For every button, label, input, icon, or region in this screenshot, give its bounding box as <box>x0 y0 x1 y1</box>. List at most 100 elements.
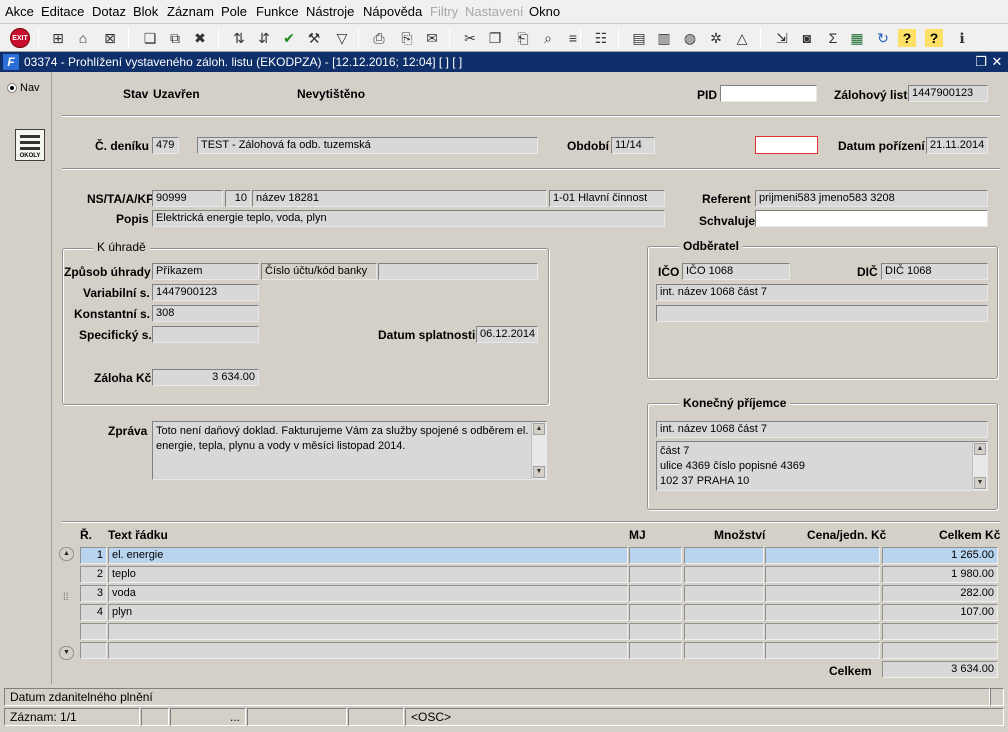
menu-item-10[interactable]: Filtry <box>430 4 458 19</box>
total-field[interactable]: 3 634.00 <box>882 661 998 678</box>
table-cell-mj[interactable] <box>629 623 682 640</box>
address-scrollbar[interactable]: ▲ ▼ <box>972 442 987 490</box>
table-cell-celkem[interactable]: 282.00 <box>882 585 998 602</box>
menu-item-5[interactable]: Záznam <box>167 4 214 19</box>
focused-date-field[interactable] <box>755 136 818 154</box>
globe-icon[interactable]: ◍ <box>679 27 701 49</box>
menu-item-7[interactable]: Funkce <box>256 4 299 19</box>
zpusob-uhrady-field[interactable]: Příkazem <box>152 263 259 280</box>
menu-item-3[interactable]: Dotaz <box>92 4 126 19</box>
table-cell-celkem[interactable]: 1 980.00 <box>882 566 998 583</box>
menu-item-8[interactable]: Nástroje <box>306 4 354 19</box>
a-field[interactable]: název 18281 <box>252 190 547 207</box>
delete-record-icon[interactable]: ⊠ <box>99 27 121 49</box>
referent-field[interactable]: prijmeni583 jmeno583 3208 <box>755 190 988 207</box>
document-icon[interactable]: ▤ <box>628 27 650 49</box>
exit-icon[interactable]: EXIT <box>9 27 31 49</box>
table-cell-text[interactable]: teplo <box>108 566 628 583</box>
table-cell-mnozstvi[interactable] <box>684 585 764 602</box>
prijemce-name-field[interactable]: int. název 1068 část 7 <box>656 421 988 438</box>
table-cell-text[interactable]: el. energie <box>108 547 628 564</box>
table-cell-mj[interactable] <box>629 604 682 621</box>
table-cell-cena[interactable] <box>765 623 880 640</box>
nav-radio[interactable] <box>7 83 17 93</box>
print-preview-icon[interactable]: ⎘ <box>396 27 418 49</box>
table-scrollbar[interactable]: ▲ ⁞⁞ ▼ <box>59 547 74 661</box>
filter-icon[interactable]: ▽ <box>331 27 353 49</box>
table-cell-cena[interactable] <box>765 642 880 659</box>
table-cell-celkem[interactable]: 1 265.00 <box>882 547 998 564</box>
table-cell-mj[interactable] <box>629 585 682 602</box>
denik-code-field[interactable]: 479 <box>152 137 179 154</box>
scroll-down-icon[interactable]: ▼ <box>59 646 74 660</box>
zprava-textarea[interactable]: Toto není daňový doklad. Fakturujeme Vám… <box>152 421 547 480</box>
menu-item-2[interactable]: Editace <box>41 4 84 19</box>
save-record-icon[interactable]: ⌂ <box>72 27 94 49</box>
ns-field[interactable]: 90999 <box>152 190 223 207</box>
print-icon[interactable]: ⎙ <box>368 27 390 49</box>
datum-porizeni-field[interactable]: 21.11.2014 <box>926 137 988 154</box>
pid-field[interactable] <box>720 85 817 102</box>
document2-icon[interactable]: ▥ <box>653 27 675 49</box>
denik-name-field[interactable]: TEST - Zálohová fa odb. tuzemská <box>197 137 538 154</box>
checkmark-icon[interactable]: ✔ <box>278 27 300 49</box>
menu-item-9[interactable]: Nápověda <box>363 4 422 19</box>
table-cell-celkem[interactable] <box>882 642 998 659</box>
table-cell-mnozstvi[interactable] <box>684 566 764 583</box>
table-cell-r[interactable]: 1 <box>80 547 107 564</box>
scroll-down-icon[interactable]: ▼ <box>974 477 986 489</box>
table-cell-celkem[interactable] <box>882 623 998 640</box>
copy-icon[interactable]: ❐ <box>484 27 506 49</box>
tree-icon[interactable]: ☷ <box>590 27 612 49</box>
scroll-up-icon[interactable]: ▲ <box>974 443 986 455</box>
table-cell-text[interactable] <box>108 642 628 659</box>
ta-field[interactable]: 10 <box>225 190 251 207</box>
find-icon[interactable]: ⌕ <box>537 27 559 49</box>
table-cell-mnozstvi[interactable] <box>684 547 764 564</box>
sort-asc-icon[interactable]: ⇅ <box>228 27 250 49</box>
table-cell-text[interactable] <box>108 623 628 640</box>
info-icon[interactable]: ℹ <box>951 27 973 49</box>
gear-icon[interactable]: ✲ <box>705 27 727 49</box>
sum-icon[interactable]: Σ <box>822 27 844 49</box>
add-record-icon[interactable]: ⊞ <box>47 27 69 49</box>
email-icon[interactable]: ✉ <box>421 27 443 49</box>
kp-field[interactable]: 1-01 Hlavní činnost <box>549 190 665 207</box>
scroll-grip-icon[interactable]: ⁞⁞ <box>63 592 69 603</box>
duplicate-icon[interactable]: ⧉ <box>164 27 186 49</box>
table-cell-r[interactable] <box>80 623 107 640</box>
cislo-uctu-field[interactable] <box>378 263 538 280</box>
chart-icon[interactable]: △ <box>731 27 753 49</box>
table-cell-cena[interactable] <box>765 566 880 583</box>
table-cell-text[interactable]: plyn <box>108 604 628 621</box>
paste-icon[interactable]: ⎗ <box>512 27 534 49</box>
prijemce-address[interactable]: část 7 ulice 4369 číslo popisné 4369 102… <box>656 441 988 491</box>
excel-icon[interactable]: ▦ <box>846 27 868 49</box>
dic-field[interactable]: DIČ 1068 <box>881 263 988 280</box>
variabilni-field[interactable]: 1447900123 <box>152 284 259 301</box>
scroll-up-icon[interactable]: ▲ <box>533 423 545 435</box>
table-cell-cena[interactable] <box>765 604 880 621</box>
scroll-up-icon[interactable]: ▲ <box>59 547 74 561</box>
schvaluje-field[interactable] <box>755 210 988 227</box>
restore-window-icon[interactable]: ❐ <box>974 54 988 70</box>
refresh-icon[interactable]: ↻ <box>872 27 894 49</box>
menu-item-6[interactable]: Pole <box>221 4 247 19</box>
table-cell-mj[interactable] <box>629 547 682 564</box>
table-cell-r[interactable]: 2 <box>80 566 107 583</box>
table-cell-r[interactable]: 4 <box>80 604 107 621</box>
wrench-icon[interactable]: ⚒ <box>303 27 325 49</box>
scroll-down-icon[interactable]: ▼ <box>533 466 545 478</box>
cut-icon[interactable]: ✂ <box>459 27 481 49</box>
table-cell-celkem[interactable]: 107.00 <box>882 604 998 621</box>
close-window-icon[interactable]: ✕ <box>990 54 1004 70</box>
table-cell-mnozstvi[interactable] <box>684 604 764 621</box>
specificky-field[interactable] <box>152 326 259 343</box>
table-cell-r[interactable] <box>80 642 107 659</box>
table-cell-mnozstvi[interactable] <box>684 623 764 640</box>
copy-record-icon[interactable]: ❏ <box>139 27 161 49</box>
table-cell-mj[interactable] <box>629 642 682 659</box>
okoly-icon[interactable]: OKOLY <box>15 129 45 161</box>
popis-field[interactable]: Elektrická energie teplo, voda, plyn <box>152 210 665 227</box>
camera-icon[interactable]: ◙ <box>796 27 818 49</box>
